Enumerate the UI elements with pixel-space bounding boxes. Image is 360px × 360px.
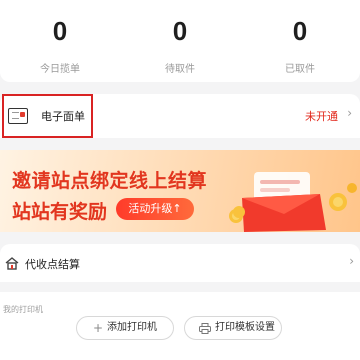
stat-value: 0 bbox=[292, 16, 308, 46]
stat-today-collected[interactable]: 0 今日揽单 bbox=[0, 0, 120, 82]
stat-value: 0 bbox=[172, 16, 188, 46]
printer-icon bbox=[199, 323, 211, 334]
stat-pending-pickup[interactable]: 0 待取件 bbox=[120, 0, 240, 82]
waybill-status: 未开通 bbox=[305, 110, 338, 123]
printer-section-label: 我的打印机 bbox=[3, 305, 43, 314]
chevron-right-icon: › bbox=[349, 254, 354, 268]
home-icon bbox=[5, 257, 19, 270]
chevron-right-icon: › bbox=[347, 106, 352, 120]
banner-subtitle: 站站有奖励 bbox=[12, 201, 108, 223]
stat-label: 已取件 bbox=[285, 64, 315, 75]
activity-upgrade-button[interactable]: 活动升级↑ bbox=[116, 198, 194, 220]
waybill-label: 电子面单 bbox=[41, 110, 85, 123]
waybill-card-icon bbox=[8, 108, 28, 124]
print-template-settings-button[interactable]: 打印模板设置 bbox=[184, 316, 282, 340]
add-printer-label: 添加打印机 bbox=[107, 322, 157, 333]
stat-picked-up[interactable]: 0 已取件 bbox=[240, 0, 360, 82]
stat-label: 今日揽单 bbox=[40, 64, 80, 75]
stat-value: 0 bbox=[52, 16, 68, 46]
print-template-label: 打印模板设置 bbox=[215, 322, 275, 333]
add-printer-button[interactable]: + 添加打印机 bbox=[76, 316, 174, 340]
coin-icon bbox=[233, 206, 245, 218]
settlement-label: 代收点结算 bbox=[25, 258, 80, 271]
stats-card: 0 今日揽单 0 待取件 0 已取件 bbox=[0, 0, 360, 82]
stat-label: 待取件 bbox=[165, 64, 195, 75]
banner-title: 邀请站点绑定线上结算 bbox=[12, 170, 208, 192]
red-envelope-icon bbox=[229, 172, 357, 232]
printer-section bbox=[0, 292, 360, 360]
plus-icon: + bbox=[93, 321, 104, 335]
